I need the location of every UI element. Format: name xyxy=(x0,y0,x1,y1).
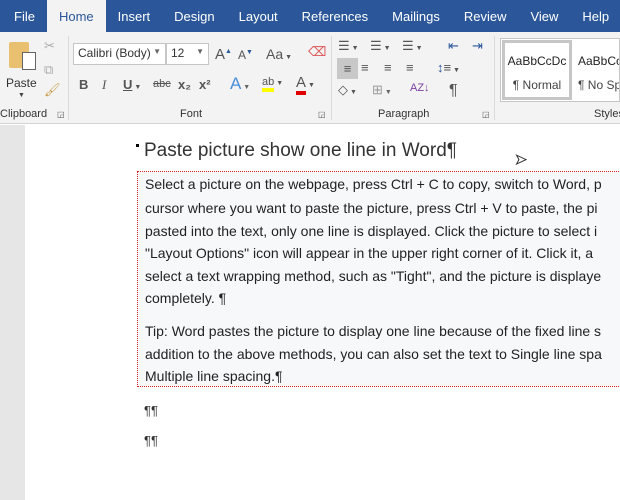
divider xyxy=(494,36,495,120)
font-group-label: Font xyxy=(180,108,203,120)
superscript-button[interactable]: x² xyxy=(199,77,211,92)
strikethrough-button[interactable]: abc xyxy=(153,78,171,90)
borders-icon[interactable]: ⊞ ▼ xyxy=(372,82,392,98)
style-no-spacing[interactable]: AaBbCc ¶ No Spac xyxy=(578,43,620,99)
font-color-button[interactable]: A ▼ xyxy=(296,74,315,95)
chevron-down-icon: ▼ xyxy=(153,47,161,56)
ribbon-tabs: File Home Insert Design Layout Reference… xyxy=(0,0,620,32)
dialog-launcher-icon[interactable]: ◲ xyxy=(57,110,65,119)
tab-review[interactable]: Review xyxy=(452,0,519,32)
highlight-label: ab xyxy=(262,76,275,92)
dialog-launcher-icon[interactable]: ◲ xyxy=(318,110,326,119)
style-normal[interactable]: AaBbCcDc ¶ Normal xyxy=(502,40,572,100)
line-spacing-icon[interactable]: ↕≡ ▼ xyxy=(437,60,460,75)
font-name-value: Calibri (Body) xyxy=(78,46,151,60)
italic-button[interactable]: I xyxy=(102,77,106,93)
tab-mailings[interactable]: Mailings xyxy=(380,0,452,32)
subscript-button[interactable]: x₂ xyxy=(178,77,191,92)
mouse-cursor-icon: ➤ xyxy=(515,151,528,168)
document-heading: Paste picture show one line in Word¶ xyxy=(144,140,457,161)
styles-gallery: AaBbCcDc ¶ Normal AaBbCc ¶ No Spac xyxy=(500,38,620,102)
text-line: "Layout Options" icon will appear in the… xyxy=(145,245,594,261)
font-color-label: A xyxy=(296,74,307,95)
selected-text-block[interactable]: Select a picture on the webpage, press C… xyxy=(137,171,620,387)
paste-button[interactable]: Paste ▼ xyxy=(4,36,40,104)
text-line: Tip: Word pastes the picture to display … xyxy=(145,323,602,339)
paragraph-mark-bullet xyxy=(136,144,139,147)
styles-group-label: Styles xyxy=(594,108,620,120)
change-case-label: Aa xyxy=(266,46,284,62)
tab-view[interactable]: View xyxy=(518,0,570,32)
bullets-icon[interactable]: ☰ ▼ xyxy=(338,38,359,54)
underline-button[interactable]: U ▼ xyxy=(123,77,141,92)
font-name-dropdown[interactable]: Calibri (Body) ▼ xyxy=(73,43,166,65)
multilevel-list-icon[interactable]: ☰ ▼ xyxy=(402,38,423,54)
bold-button[interactable]: B xyxy=(79,77,88,92)
tab-help[interactable]: Help xyxy=(570,0,620,32)
paragraph-group-label: Paragraph xyxy=(378,108,430,120)
format-painter-icon[interactable]: 🖌 xyxy=(44,82,61,98)
paste-label: Paste xyxy=(6,76,37,90)
copy-icon[interactable]: ⧉ xyxy=(44,62,53,78)
clear-formatting-icon[interactable]: ⌫ xyxy=(308,44,326,60)
chevron-down-icon: ▼ xyxy=(18,92,25,99)
change-case-button[interactable]: Aa ▼ xyxy=(266,46,292,62)
text-line: completely. ¶ xyxy=(145,290,227,306)
justify-icon[interactable]: ≡ xyxy=(406,60,414,75)
shading-icon[interactable]: ◇ ▼ xyxy=(338,82,357,98)
document-area[interactable]: Paste picture show one line in Word¶ ➤ S… xyxy=(0,125,620,500)
sort-icon[interactable]: AZ↓ xyxy=(410,82,430,94)
text-line: Multiple line spacing.¶ xyxy=(145,368,283,384)
increase-indent-icon[interactable]: ⇥ xyxy=(472,38,483,54)
cut-icon[interactable]: ✂ xyxy=(44,38,55,54)
text-line: addition to the above methods, you can a… xyxy=(145,346,602,362)
tab-file[interactable]: File xyxy=(0,0,47,32)
text-line: cursor where you want to paste the pictu… xyxy=(145,200,598,216)
tab-design[interactable]: Design xyxy=(162,0,226,32)
clipboard-group-label: Clipboard xyxy=(0,108,48,120)
shrink-font-icon[interactable]: A▼ xyxy=(238,48,253,62)
text-line: Select a picture on the webpage, press C… xyxy=(145,176,602,192)
font-size-value: 12 xyxy=(171,46,185,60)
grow-font-icon[interactable]: A▲ xyxy=(215,46,232,63)
decrease-indent-icon[interactable]: ⇤ xyxy=(448,38,459,54)
style-name: ¶ No Spac xyxy=(578,78,620,92)
text-line: pasted into the text, only one line is d… xyxy=(145,223,598,239)
text-effects-button[interactable]: A ▼ xyxy=(230,74,250,94)
text-effects-label: A xyxy=(230,74,242,93)
empty-paragraph-mark: ¶¶ xyxy=(144,403,158,418)
show-marks-button[interactable]: ¶ xyxy=(449,82,458,100)
tab-home[interactable]: Home xyxy=(46,0,106,32)
align-left-icon[interactable]: ≡ xyxy=(337,58,358,79)
page-icon xyxy=(22,52,36,70)
empty-paragraph-mark: ¶¶ xyxy=(144,433,158,448)
chevron-down-icon: ▼ xyxy=(196,47,204,56)
dialog-launcher-icon[interactable]: ◲ xyxy=(482,110,490,119)
left-margin-area xyxy=(0,125,25,500)
divider xyxy=(331,36,332,120)
style-name: ¶ Normal xyxy=(512,78,562,92)
text-line: select a text wrapping method, such as "… xyxy=(145,268,602,284)
align-right-icon[interactable]: ≡ xyxy=(384,60,392,75)
tab-references[interactable]: References xyxy=(290,0,380,32)
underline-label: U xyxy=(123,77,133,92)
numbering-icon[interactable]: ☰ ▼ xyxy=(370,38,391,54)
style-preview: AaBbCc xyxy=(578,54,620,68)
tab-insert[interactable]: Insert xyxy=(106,0,163,32)
divider xyxy=(68,36,69,120)
tab-layout[interactable]: Layout xyxy=(227,0,290,32)
align-center-icon[interactable]: ≡ xyxy=(361,60,369,75)
ribbon: Paste ▼ ✂ ⧉ 🖌 Clipboard ◲ Calibri (Body)… xyxy=(0,32,620,124)
font-size-dropdown[interactable]: 12 ▼ xyxy=(166,43,209,65)
style-preview: AaBbCcDc xyxy=(507,54,567,68)
highlight-button[interactable]: ab ▼ xyxy=(262,76,283,92)
